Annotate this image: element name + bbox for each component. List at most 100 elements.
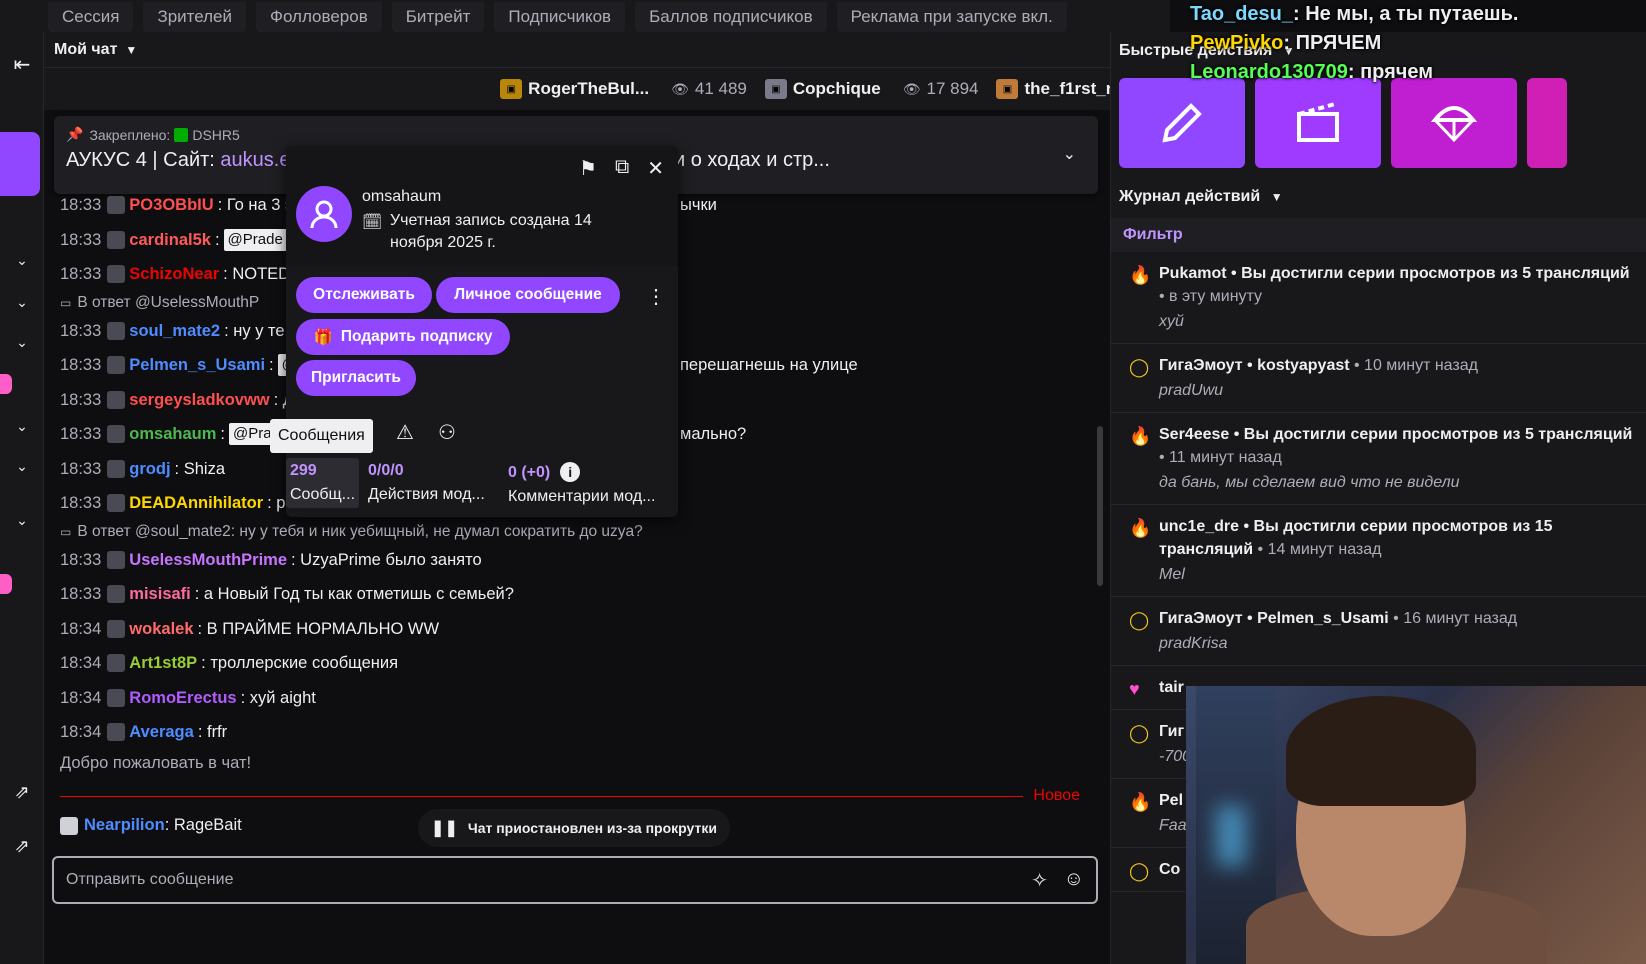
rail-active-item[interactable] <box>0 132 40 196</box>
viewer-count: 41 489 <box>671 79 747 99</box>
username[interactable]: Art1st8P <box>129 653 197 673</box>
stat-session: Сессия <box>48 2 134 32</box>
chevron-down-icon[interactable]: ▼ <box>1271 190 1283 204</box>
chat-message[interactable]: 18:33 misisafi: а Новый Год ты как отмети… <box>60 577 1090 612</box>
external-link-icon[interactable]: ⇗ <box>0 772 44 812</box>
stat-messages[interactable]: 299 Сообщ... <box>286 458 360 508</box>
more-vertical-icon[interactable]: ⋮ <box>646 284 666 309</box>
reply-context[interactable]: В ответ @soul_mate2: ну у тебя и ник уеб… <box>60 521 1090 543</box>
activity-item[interactable]: 🔥 unc1e_dre • Вы достигли серии просмотро… <box>1111 505 1646 597</box>
activity-user[interactable]: unc1e_dre <box>1159 518 1239 535</box>
timestamp: 18:33 <box>60 390 102 409</box>
activity-user[interactable]: Pukamot <box>1159 265 1227 282</box>
username[interactable]: RomoErectus <box>129 688 236 708</box>
activity-feed-title[interactable]: Журнал действий ▼ <box>1119 188 1283 206</box>
activity-item[interactable]: 🔥 Ser4eese • Вы достигли серии просмотров… <box>1111 413 1646 505</box>
created-text: Учетная запись создана 14 ноября 2025 г. <box>390 212 592 251</box>
username[interactable]: cardinal5k <box>129 230 211 250</box>
follow-button[interactable]: Отслеживать <box>296 277 432 313</box>
chat-input[interactable]: Отправить сообщение ✧ ☺ <box>52 856 1098 904</box>
scroll-thumb[interactable] <box>1097 426 1103 586</box>
activity-item[interactable]: ◯ ГигаЭмоут • kostyapyast • 10 минут наза… <box>1111 344 1646 413</box>
username[interactable]: sergeysladkovww <box>129 390 269 410</box>
chat-message[interactable]: 18:34 RomoErectus: хуй aight <box>60 681 1090 716</box>
chevron-down-icon[interactable]: ⌄ <box>0 240 44 280</box>
pinned-header: 📌 Закреплено: DSHR5 <box>66 126 1086 143</box>
filter-button[interactable]: Фильтр <box>1111 218 1646 252</box>
chat-message[interactable]: Nearpilion : RageBait <box>60 816 242 835</box>
chat-title[interactable]: Мой чат <box>54 41 117 59</box>
username[interactable]: Nearpilion <box>84 816 165 835</box>
activity-item[interactable]: ◯ ГигаЭмоут • Pelmen_s_Usami • 16 минут н… <box>1111 597 1646 666</box>
pause-icon: ❚❚ <box>431 820 458 837</box>
card-username[interactable]: omsahaum <box>362 188 441 206</box>
username[interactable]: wokalek <box>129 619 193 639</box>
username[interactable]: UselessMouthPrime <box>129 550 287 570</box>
chat-scrollbar[interactable] <box>1096 116 1104 856</box>
username[interactable]: omsahaum <box>129 424 216 444</box>
chevron-down-icon[interactable]: ⌄ <box>0 406 44 446</box>
stat-mod-comments[interactable]: 0 (+0) i Комментарии мод... <box>508 462 655 506</box>
activity-user[interactable]: Ser4eese <box>1159 426 1229 443</box>
popout-icon[interactable]: ⧉ <box>615 156 629 181</box>
timestamp: 18:33 <box>60 321 102 340</box>
username[interactable]: Averaga <box>129 722 194 742</box>
edit-stream-button[interactable] <box>1119 78 1245 168</box>
username[interactable]: Pelmen_s_Usami <box>129 355 265 375</box>
activity-user[interactable]: Co <box>1159 861 1180 878</box>
gift-sub-button[interactable]: 🎁 Подарить подписку <box>296 319 510 355</box>
external-link-icon[interactable]: ⇗ <box>0 826 44 866</box>
collapse-arrow-icon[interactable]: ⇤ <box>0 44 44 84</box>
message-text: : троллерские сообщения <box>201 654 399 673</box>
chat-message[interactable]: 18:34 wokalek: В ПРАЙМЕ НОРМАЛЬНО WW <box>60 612 1090 647</box>
activity-user[interactable]: ГигаЭмоут <box>1159 357 1243 374</box>
username[interactable]: misisafi <box>129 584 190 604</box>
username[interactable]: PO3OBbIU <box>129 195 213 215</box>
whisper-button[interactable]: Личное сообщение <box>436 277 620 313</box>
chevron-down-icon[interactable]: ⌄ <box>0 282 44 322</box>
mention[interactable]: @Prade <box>223 228 287 251</box>
pinned-text-tail: и о ходах и стр... <box>674 149 830 171</box>
add-mod-icon[interactable]: ⚇ <box>438 420 456 445</box>
username[interactable]: SchizoNear <box>129 264 219 284</box>
report-flag-icon[interactable]: ⚑ <box>579 156 597 181</box>
info-icon[interactable]: i <box>560 462 581 482</box>
chat-message[interactable]: 18:34 Averaga: frfr <box>60 715 1090 750</box>
emote-picker-icon[interactable]: ☺ <box>1064 868 1084 891</box>
chevron-down-icon[interactable]: ⌄ <box>0 500 44 540</box>
activity-user[interactable]: tair <box>1159 679 1184 696</box>
shared-channel[interactable]: ▣ RogerTheBul... 41 489 <box>500 79 747 99</box>
invite-button[interactable]: Пригласить <box>296 360 416 396</box>
activity-user[interactable]: Гиг <box>1159 723 1184 740</box>
chevron-down-icon[interactable]: ⌄ <box>0 322 44 362</box>
bits-icon[interactable]: ✧ <box>1031 868 1048 893</box>
stat-mod-actions[interactable]: 0/0/0 Действия мод... <box>368 462 485 504</box>
close-icon[interactable]: ✕ <box>647 156 664 181</box>
chat-message[interactable]: 18:33 UselessMouthPrime: UzyaPrime было з… <box>60 543 1090 578</box>
timestamp: 18:33 <box>60 196 102 215</box>
username[interactable]: DEADAnnihilator <box>129 493 263 513</box>
chat-paused-banner[interactable]: ❚❚ Чат приостановлен из-за прокрутки <box>418 809 730 847</box>
stat-subscribers: Подписчиков <box>494 2 626 32</box>
new-label: Новое <box>1033 787 1080 804</box>
activity-item[interactable]: 🔥 Pukamot • Вы достигли серии просмотров … <box>1111 252 1646 344</box>
drop-button[interactable] <box>1391 78 1517 168</box>
chevron-down-icon[interactable]: ▼ <box>125 43 137 57</box>
message-text: : <box>220 425 225 444</box>
activity-user[interactable]: Pel <box>1159 792 1183 809</box>
pinned-link[interactable]: aukus.e <box>220 149 290 171</box>
pinned-label: Закреплено: <box>89 126 171 143</box>
quick-action-more[interactable] <box>1527 78 1567 168</box>
username[interactable]: grodj <box>129 459 170 479</box>
stat-value: 299 <box>290 462 317 479</box>
warning-icon[interactable]: ⚠ <box>396 420 414 445</box>
shared-chat-viewers: ▣ RogerTheBul... 41 489 ▣ Copchique 17 8… <box>44 68 1154 110</box>
avatar[interactable] <box>296 186 352 242</box>
activity-user[interactable]: ГигаЭмоут <box>1159 610 1243 627</box>
expand-chevron-icon[interactable]: ⌄ <box>1063 144 1076 164</box>
chevron-down-icon[interactable]: ⌄ <box>0 446 44 486</box>
chat-message[interactable]: 18:34 Art1st8P: троллерские сообщения <box>60 646 1090 681</box>
shared-channel[interactable]: ▣ Copchique 17 894 <box>764 79 978 99</box>
username[interactable]: soul_mate2 <box>129 321 220 341</box>
clip-button[interactable] <box>1255 78 1381 168</box>
